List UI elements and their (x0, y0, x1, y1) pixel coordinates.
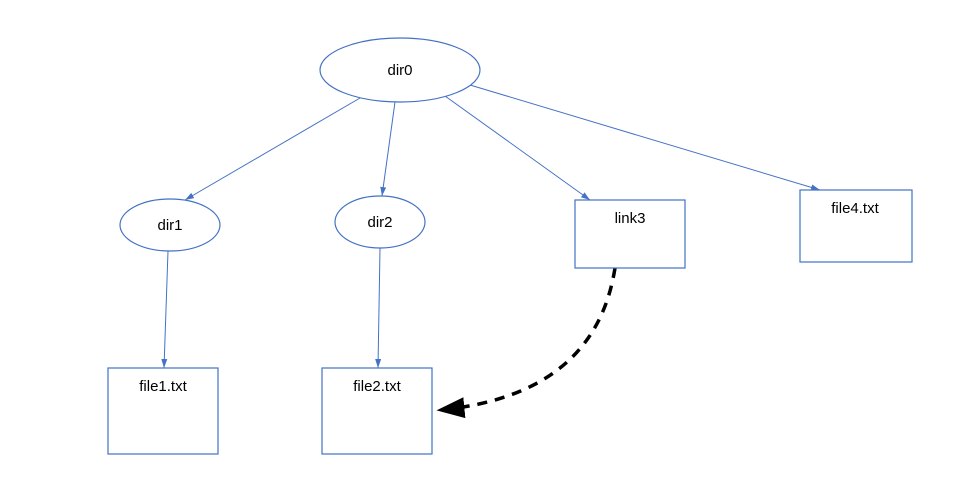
node-file4 (800, 190, 912, 262)
edge-dir1-file1 (164, 251, 168, 368)
edge-link3-file2 (440, 268, 615, 410)
node-dir1 (120, 199, 220, 251)
edge-dir2-file2 (378, 248, 380, 368)
diagram-canvas (0, 0, 974, 504)
node-dir2 (335, 196, 425, 248)
node-dir0 (320, 38, 480, 102)
edge-root-dir2 (382, 102, 395, 196)
node-file2 (322, 368, 432, 454)
node-file1 (108, 368, 218, 454)
edge-root-link3 (445, 96, 590, 200)
edge-root-file4 (470, 85, 820, 190)
node-link3 (575, 200, 685, 268)
edge-root-dir1 (185, 98, 360, 200)
